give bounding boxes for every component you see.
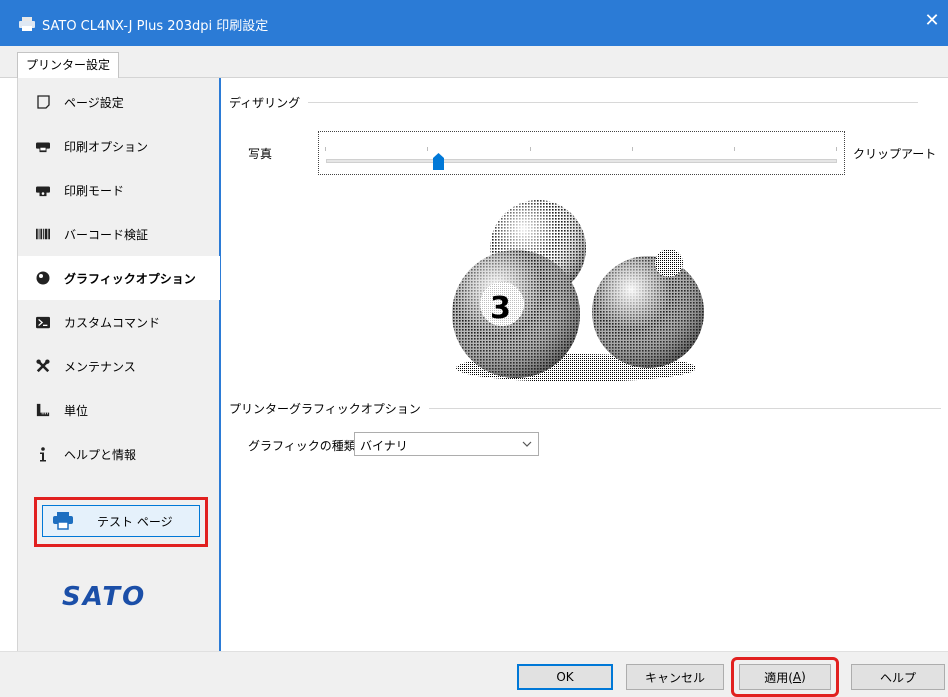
slider-thumb[interactable] <box>432 153 444 170</box>
printer-icon <box>36 139 50 153</box>
apply-label: 適用( <box>764 670 793 685</box>
tools-icon <box>36 359 50 373</box>
slider-track <box>326 159 837 163</box>
sidebar-item-label: ヘルプと情報 <box>64 447 137 462</box>
sidebar-item-label: カスタムコマンド <box>64 315 161 330</box>
dither-preview-image: 3 <box>452 200 704 382</box>
dithering-heading-text: ディザリング <box>229 96 301 110</box>
ruler-icon <box>36 403 50 417</box>
help-button[interactable]: ヘルプ <box>851 664 945 690</box>
close-button[interactable]: ✕ <box>922 12 942 30</box>
tab-printer-settings[interactable]: プリンター設定 <box>17 52 119 79</box>
sidebar-item-label: 単位 <box>64 403 89 418</box>
ball-icon <box>36 271 50 285</box>
svg-text:3: 3 <box>490 291 511 326</box>
sidebar-item-label: 印刷モード <box>64 183 125 198</box>
chevron-down-icon <box>522 441 532 447</box>
sidebar-item-barcode-verification[interactable]: バーコード検証 <box>18 212 220 256</box>
dithering-slider[interactable] <box>318 131 845 175</box>
info-icon <box>36 446 50 461</box>
apply-accelerator: A <box>792 670 802 684</box>
printer-mode-icon <box>36 183 50 197</box>
slider-min-label: 写真 <box>248 147 273 161</box>
test-page-highlight: テスト ページ <box>34 497 208 547</box>
slider-tick <box>632 147 633 151</box>
sidebar-item-page-setup[interactable]: ページ設定 <box>18 80 220 124</box>
printer-graphics-heading-text: プリンターグラフィックオプション <box>229 402 421 416</box>
title-bar: SATO CL4NX-J Plus 203dpi 印刷設定 ✕ <box>0 0 948 46</box>
barcode-icon <box>36 227 50 241</box>
graphic-type-select[interactable]: バイナリ <box>354 432 539 456</box>
button-bar: OK キャンセル 適用(A) ヘルプ <box>0 651 948 697</box>
test-page-button[interactable]: テスト ページ <box>42 505 200 537</box>
sidebar-item-print-options[interactable]: 印刷オプション <box>18 124 220 168</box>
slider-tick <box>325 147 326 151</box>
divider <box>308 102 919 103</box>
sidebar: ページ設定 印刷オプション 印刷モード バーコード検証 グラフィックオプション … <box>17 78 221 651</box>
printer-icon <box>19 17 35 31</box>
sidebar-item-custom-command[interactable]: カスタムコマンド <box>18 300 220 344</box>
cancel-button[interactable]: キャンセル <box>626 664 724 690</box>
svg-text:SATO: SATO <box>62 583 146 609</box>
apply-button[interactable]: 適用(A) <box>739 664 831 690</box>
sidebar-item-label: 印刷オプション <box>64 139 149 154</box>
sidebar-item-help-info[interactable]: ヘルプと情報 <box>18 432 220 476</box>
sidebar-item-label: グラフィックオプション <box>64 271 196 286</box>
sato-logo: SATO <box>62 583 146 609</box>
divider <box>428 408 941 409</box>
sidebar-item-maintenance[interactable]: メンテナンス <box>18 344 220 388</box>
sidebar-item-graphic-options[interactable]: グラフィックオプション <box>18 256 220 300</box>
sidebar-item-print-mode[interactable]: 印刷モード <box>18 168 220 212</box>
slider-tick <box>427 147 428 151</box>
terminal-icon <box>36 315 50 329</box>
sidebar-item-label: メンテナンス <box>64 359 136 374</box>
test-page-label: テスト ページ <box>97 514 173 529</box>
graphic-type-label: グラフィックの種類: <box>248 439 360 453</box>
apply-label-close: ) <box>801 670 806 684</box>
slider-tick <box>530 147 531 151</box>
main-panel: ディザリング 写真 クリップアート 3 プリンターグラフィックオプション グラフ… <box>221 78 948 651</box>
slider-tick <box>836 147 837 151</box>
window-title: SATO CL4NX-J Plus 203dpi 印刷設定 <box>42 19 269 34</box>
ok-button[interactable]: OK <box>517 664 613 690</box>
slider-tick <box>734 147 735 151</box>
sidebar-item-label: バーコード検証 <box>64 227 149 242</box>
apply-highlight: 適用(A) <box>731 657 839 697</box>
slider-max-label: クリップアート <box>853 147 937 161</box>
printer-graphics-heading: プリンターグラフィックオプション <box>229 400 941 417</box>
sidebar-item-units[interactable]: 単位 <box>18 388 220 432</box>
page-icon <box>36 95 50 109</box>
tab-strip: プリンター設定 <box>0 46 948 79</box>
test-printer-icon <box>53 512 73 530</box>
sidebar-item-label: ページ設定 <box>64 95 124 110</box>
graphic-type-value: バイナリ <box>360 439 408 453</box>
dithering-heading: ディザリング <box>229 94 919 111</box>
